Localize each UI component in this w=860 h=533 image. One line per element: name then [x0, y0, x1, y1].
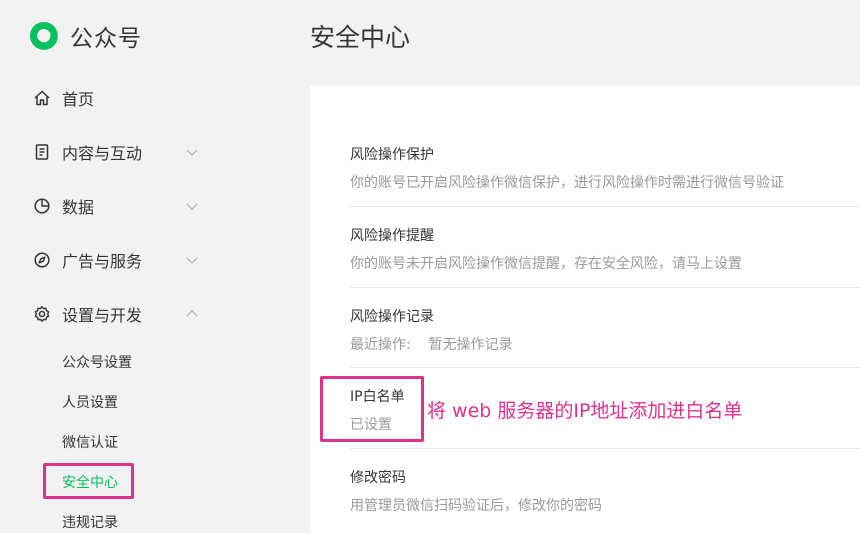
gear-icon	[32, 304, 52, 324]
subnav-item-account-settings[interactable]: 公众号设置	[62, 352, 132, 372]
app-name: 公众号	[70, 26, 142, 52]
app-logo[interactable]: 公众号	[27, 20, 142, 52]
nav-item-home[interactable]: 首页	[32, 84, 94, 112]
sidebar: 公众号 首页 内容与互动 数据 广告与服务 设置与开发 公众号设置 人员设置 微…	[0, 0, 248, 533]
annotation-text: 将 web 服务器的IP地址添加进白名单	[427, 400, 743, 422]
security-item-change-password[interactable]: 修改密码 用管理员微信扫码验证后，修改你的密码	[350, 467, 860, 515]
highlight-box-security-center	[43, 463, 134, 499]
nav-label: 内容与互动	[62, 144, 143, 163]
compass-icon	[32, 250, 52, 270]
home-icon	[32, 88, 52, 108]
security-item-title: 风险操作保护	[350, 147, 434, 163]
subnav-item-wechat-verification[interactable]: 微信认证	[62, 432, 118, 452]
nav-label: 设置与开发	[62, 306, 143, 325]
security-item-title: 风险操作提醒	[350, 228, 434, 244]
security-item-desc: 你的账号未开启风险操作微信提醒，存在安全风险，请马上设置	[350, 256, 742, 272]
nav-item-content[interactable]: 内容与互动	[32, 138, 198, 166]
security-item-risk-log[interactable]: 风险操作记录 最近操作: 暂无操作记录	[350, 306, 860, 354]
security-item-desc: 用管理员微信扫码验证后，修改你的密码	[350, 498, 602, 514]
security-item-title: 修改密码	[350, 470, 406, 486]
security-panel: 风险操作保护 你的账号已开启风险操作微信保护，进行风险操作时需进行微信号验证 风…	[310, 86, 860, 533]
nav-label: 首页	[62, 90, 95, 109]
chevron-down-icon	[186, 149, 198, 156]
divider	[350, 367, 860, 368]
security-item-desc: 最近操作: 暂无操作记录	[350, 337, 513, 353]
wechat-logo-icon	[30, 21, 58, 50]
nav-label: 数据	[62, 198, 95, 217]
pie-chart-icon	[32, 196, 52, 216]
security-item-risk-alert[interactable]: 风险操作提醒 你的账号未开启风险操作微信提醒，存在安全风险，请马上设置	[350, 225, 860, 273]
security-item-title: 风险操作记录	[350, 309, 434, 325]
nav-item-ads[interactable]: 广告与服务	[32, 246, 198, 274]
highlight-box-ip-whitelist	[320, 376, 424, 442]
chevron-down-icon	[186, 203, 198, 210]
divider	[350, 448, 860, 449]
nav-item-settings[interactable]: 设置与开发	[32, 300, 198, 328]
chevron-down-icon	[186, 257, 198, 264]
subnav-item-personnel-settings[interactable]: 人员设置	[62, 392, 118, 412]
security-item-desc: 你的账号已开启风险操作微信保护，进行风险操作时需进行微信号验证	[350, 175, 784, 191]
document-icon	[32, 142, 52, 162]
nav-item-data[interactable]: 数据	[32, 192, 198, 220]
nav-label: 广告与服务	[62, 252, 143, 271]
subnav-item-violation-records[interactable]: 违规记录	[62, 512, 118, 532]
divider	[350, 206, 860, 207]
security-item-risk-protection[interactable]: 风险操作保护 你的账号已开启风险操作微信保护，进行风险操作时需进行微信号验证	[350, 144, 860, 192]
chevron-up-icon	[186, 310, 198, 317]
page-title: 安全中心	[310, 23, 411, 52]
divider	[350, 287, 860, 288]
